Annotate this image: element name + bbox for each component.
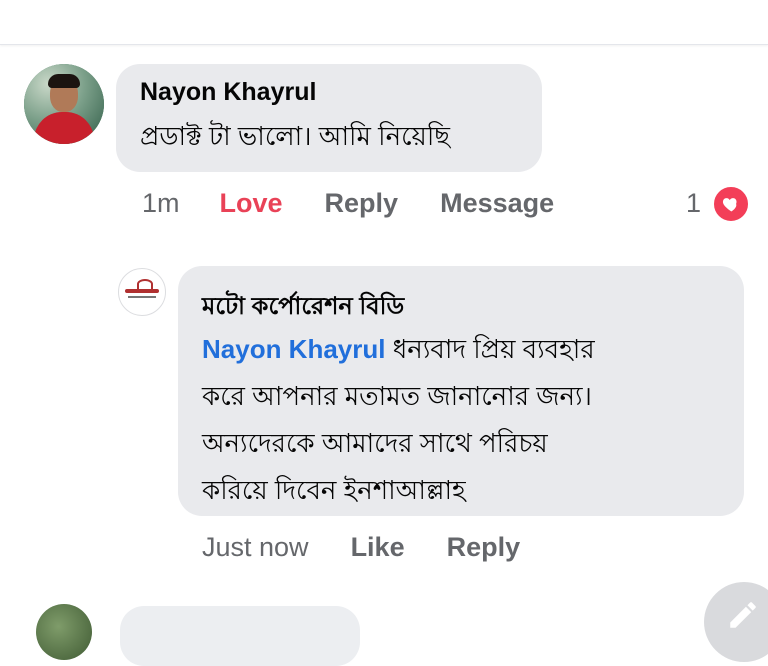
reply-bubble[interactable]: মটো কর্পোরেশন বিডি Nayon Khayrul ধন্যবাদ… (178, 266, 744, 516)
love-reaction-button[interactable]: Love (220, 188, 283, 219)
reply-to-reply-button[interactable]: Reply (447, 532, 521, 563)
commenter-avatar[interactable] (24, 64, 104, 144)
like-button[interactable]: Like (351, 532, 405, 563)
reply-line-4: করিয়ে দিবেন ইনশাআল্লাহ (202, 475, 466, 505)
reply-timestamp[interactable]: Just now (202, 532, 309, 563)
comment-text: প্রডাক্ট টা ভালো। আমি নিয়েছি (140, 121, 451, 151)
reply-line-1: Nayon Khayrul ধন্যবাদ প্রিয় ব্যবহার (202, 326, 732, 373)
comment-bubble[interactable]: Nayon Khayrul প্রডাক্ট টা ভালো। আমি নিয়… (116, 64, 542, 172)
reaction-count[interactable]: 1 (686, 183, 701, 223)
reply-text: Nayon Khayrul ধন্যবাদ প্রিয় ব্যবহার করে… (202, 326, 732, 514)
comment-author[interactable]: Nayon Khayrul (140, 78, 316, 107)
reply-button[interactable]: Reply (325, 188, 399, 219)
heart-icon-glyph (722, 198, 737, 212)
reply-line-2: করে আপনার মতামত জানানোর জন্য। (202, 381, 592, 411)
comment-timestamp[interactable]: 1m (142, 188, 180, 219)
reply-line-1-text: ধন্যবাদ প্রিয় ব্যবহার (385, 334, 595, 364)
page-avatar[interactable] (118, 268, 166, 316)
next-commenter-avatar[interactable] (36, 604, 92, 660)
pencil-icon (730, 602, 756, 628)
reply-actions: Just now Like Reply (202, 527, 520, 567)
reply-line-3: অন্যদেরকে আমাদের সাথে পরিচয় (202, 428, 548, 458)
comment-actions: 1m Love Reply Message (142, 183, 554, 223)
top-bar (0, 0, 768, 45)
page-logo-underline (128, 296, 156, 298)
next-comment-bubble[interactable] (120, 606, 360, 666)
heart-icon[interactable] (712, 185, 750, 223)
write-comment-button[interactable] (704, 582, 768, 662)
page-logo-bar (125, 289, 159, 293)
mention-link[interactable]: Nayon Khayrul (202, 334, 386, 364)
message-button[interactable]: Message (440, 188, 554, 219)
page-logo-mark (137, 279, 153, 289)
avatar-hair (48, 74, 80, 88)
reply-author[interactable]: মটো কর্পোরেশন বিডি (202, 288, 404, 328)
